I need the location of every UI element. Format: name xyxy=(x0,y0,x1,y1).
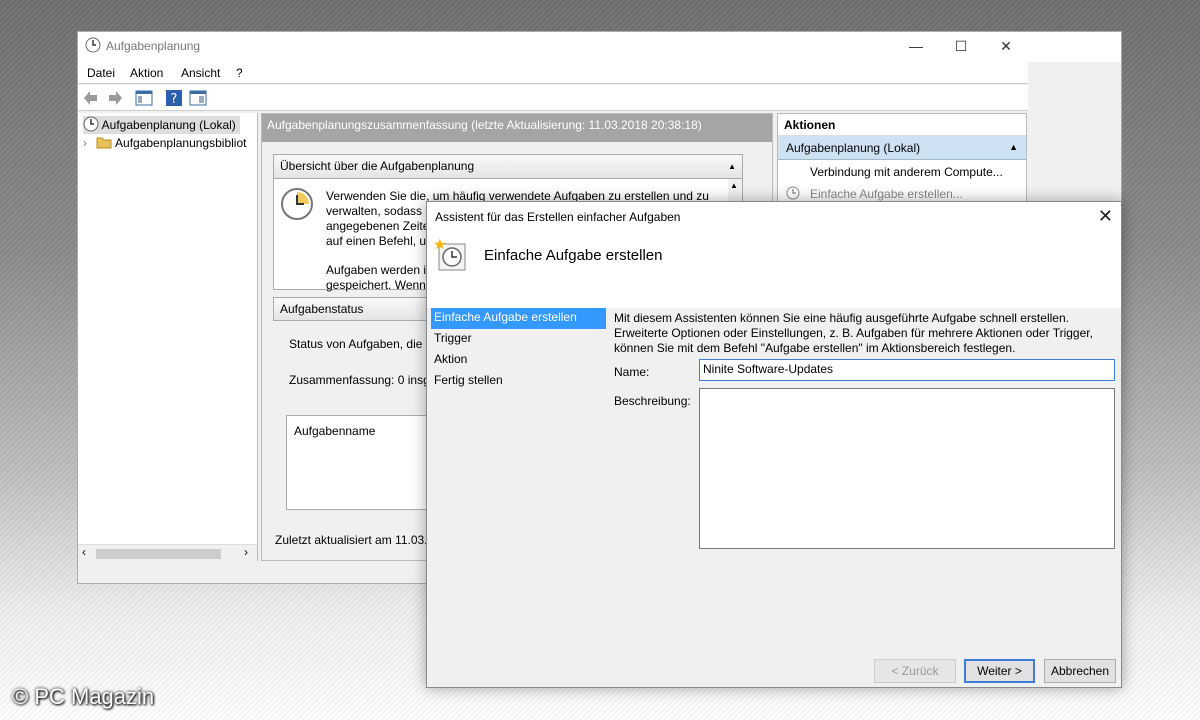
menu-aktion[interactable]: Aktion xyxy=(130,66,163,80)
scroll-left-icon[interactable]: ‹ xyxy=(82,545,86,559)
intro-line: Erweiterte Optionen oder Einstellungen, … xyxy=(614,326,1093,340)
task-wizard-icon xyxy=(433,238,467,272)
intro-line: können Sie mit dem Befehl "Aufgabe erste… xyxy=(614,341,1016,355)
close-icon[interactable]: ✕ xyxy=(1098,206,1113,227)
actions-header: Aktionen xyxy=(778,114,1026,136)
scroll-thumb[interactable] xyxy=(96,549,221,559)
tree-library-label: Aufgabenplanungsbibliot xyxy=(115,136,247,150)
overview-title[interactable]: Übersicht über die Aufgabenplanung ▲ xyxy=(274,155,742,179)
step-trigger[interactable]: Trigger xyxy=(431,329,606,350)
action-create-basic-task-label: Einfache Aufgabe erstellen... xyxy=(810,187,963,201)
overview-title-text: Übersicht über die Aufgabenplanung xyxy=(280,159,475,173)
actions-section-label: Aufgabenplanung (Lokal) xyxy=(786,141,921,155)
summary-line: Zusammenfassung: 0 insg xyxy=(289,373,430,387)
description-input[interactable] xyxy=(699,388,1115,549)
close-icon[interactable]: ✕ xyxy=(983,36,1029,58)
name-input[interactable]: Ninite Software-Updates xyxy=(699,359,1115,381)
menu-ansicht[interactable]: Ansicht xyxy=(181,66,220,80)
help-icon[interactable]: ? xyxy=(164,88,184,108)
menu-help[interactable]: ? xyxy=(236,66,243,80)
tree-item-library[interactable]: › Aufgabenplanungsbibliot xyxy=(83,135,246,153)
wizard-title: Assistent für das Erstellen einfacher Au… xyxy=(435,210,681,224)
status-line: Status von Aufgaben, die i xyxy=(289,337,429,351)
back-arrow-icon[interactable] xyxy=(82,88,102,108)
step-finish[interactable]: Fertig stellen xyxy=(431,371,606,392)
actions-section[interactable]: Aufgabenplanung (Lokal) ▲ xyxy=(778,136,1026,160)
wizard-heading: Einfache Aufgabe erstellen xyxy=(484,247,663,264)
watermark: © PC Magazin xyxy=(12,684,155,709)
tree-root-label: Aufgabenplanung (Lokal) xyxy=(101,118,236,132)
svg-text:?: ? xyxy=(171,92,178,107)
folder-icon xyxy=(96,137,112,149)
maximize-icon[interactable]: ☐ xyxy=(938,36,984,58)
horizontal-scrollbar[interactable]: ‹ › xyxy=(78,544,257,561)
show-hide-tree-icon[interactable] xyxy=(134,88,154,108)
navigation-tree: Aufgabenplanung (Lokal) › Aufgabenplanun… xyxy=(78,113,258,561)
collapse-icon[interactable]: ▲ xyxy=(1009,142,1018,152)
description-label: Beschreibung: xyxy=(614,394,691,408)
cancel-button[interactable]: Abbrechen xyxy=(1044,659,1116,683)
next-button[interactable]: Weiter > xyxy=(964,659,1035,683)
tree-item-root[interactable]: Aufgabenplanung (Lokal) xyxy=(83,116,240,134)
title-bar: Aufgabenplanung — ☐ ✕ xyxy=(78,32,1121,62)
clock-large-icon xyxy=(280,187,314,224)
last-updated: Zuletzt aktualisiert am 11.03.2 xyxy=(275,533,435,547)
name-label: Name: xyxy=(614,365,650,379)
collapse-icon[interactable]: ▲ xyxy=(728,162,736,171)
clock-icon xyxy=(85,37,101,56)
wizard-steps: Einfache Aufgabe erstellen Trigger Aktio… xyxy=(431,308,606,392)
window-title: Aufgabenplanung xyxy=(106,39,201,53)
expand-icon[interactable]: › xyxy=(83,136,87,150)
column-header-taskname[interactable]: Aufgabenname xyxy=(294,424,375,438)
step-create-basic-task[interactable]: Einfache Aufgabe erstellen xyxy=(431,308,606,329)
summary-header: Aufgabenplanungszusammenfassung (letzte … xyxy=(262,114,772,142)
action-connect[interactable]: Verbindung mit anderem Compute... xyxy=(778,160,1026,182)
create-basic-task-wizard: Assistent für das Erstellen einfacher Au… xyxy=(426,201,1122,688)
scroll-right-icon[interactable]: › xyxy=(244,545,248,559)
forward-arrow-icon[interactable] xyxy=(104,88,124,108)
step-action[interactable]: Aktion xyxy=(431,350,606,371)
minimize-icon[interactable]: — xyxy=(893,36,939,58)
wizard-header: Assistent für das Erstellen einfacher Au… xyxy=(427,202,1121,308)
scroll-up-icon[interactable]: ▲ xyxy=(730,181,738,190)
menu-bar: Datei Aktion Ansicht ? xyxy=(78,62,1028,84)
clock-icon xyxy=(83,116,99,132)
intro-line: Mit diesem Assistenten können Sie eine h… xyxy=(614,311,1069,325)
menu-datei[interactable]: Datei xyxy=(87,66,115,80)
toolbar: ? xyxy=(78,85,1028,111)
back-button[interactable]: < Zurück xyxy=(874,659,956,683)
wizard-intro: Mit diesem Assistenten können Sie eine h… xyxy=(614,311,1114,356)
action-pane-icon[interactable] xyxy=(188,88,208,108)
